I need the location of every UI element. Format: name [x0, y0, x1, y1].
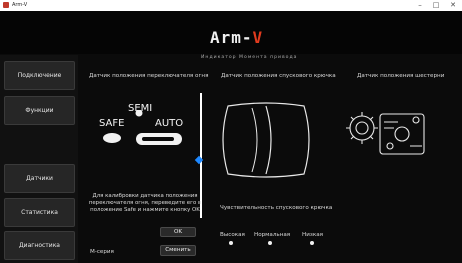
semi-dot: [135, 110, 143, 117]
gear-sensor-title: Датчик положения шестерни: [357, 73, 445, 79]
app-header: Arm-V Индикатор Момента привода: [0, 11, 462, 60]
sensitivity-title: Чувствительность спускового крючка: [220, 205, 333, 211]
sidebar-item-sensors[interactable]: Датчики: [4, 164, 75, 193]
change-button[interactable]: Сменить: [160, 245, 196, 256]
app-icon: [3, 2, 9, 8]
sensitivity-option-high: Высокая: [220, 232, 245, 238]
maximize-button[interactable]: □: [431, 1, 441, 10]
sidebar-item-functions[interactable]: Функции: [4, 96, 75, 125]
logo-text: Arm-: [210, 28, 253, 47]
trigger-graphic: [222, 102, 310, 178]
sensitivity-dot-low[interactable]: [310, 241, 314, 245]
window-title: Arm-V: [12, 2, 28, 8]
window-titlebar: Arm-V – □ ✕: [0, 0, 462, 11]
trigger-sensor-title: Датчик положения спускового крючка: [221, 73, 336, 79]
minimize-button[interactable]: –: [415, 1, 425, 10]
app-subtitle: Индикатор Момента привода: [201, 55, 298, 60]
gear-graphic: [346, 112, 425, 155]
sidebar-item-diagnostics[interactable]: Диагностика: [4, 231, 75, 260]
sidebar-item-statistics[interactable]: Статистика: [4, 198, 75, 227]
fire-selector-title: Датчик положения переключателя огня: [89, 73, 209, 79]
sidebar: Подключение Функции Датчики Статистика Д…: [0, 55, 78, 263]
fire-selector-graphic: [103, 110, 182, 145]
sensitivity-option-low: Низкая: [302, 232, 323, 238]
sidebar-item-connection[interactable]: Подключение: [4, 61, 75, 90]
serial-label: М-серия: [90, 249, 114, 255]
ok-button[interactable]: OK: [160, 227, 196, 237]
safe-knob: [103, 133, 121, 143]
logo-accent: V: [252, 28, 264, 47]
sensitivity-dot-normal[interactable]: [268, 241, 272, 245]
app-logo: Arm-V: [210, 28, 290, 47]
sensitivity-option-normal: Нормальная: [254, 232, 291, 238]
close-button[interactable]: ✕: [448, 1, 458, 10]
sensitivity-dot-high[interactable]: [229, 241, 233, 245]
calibration-instructions: Для калибровки датчика положения переклю…: [88, 193, 202, 213]
